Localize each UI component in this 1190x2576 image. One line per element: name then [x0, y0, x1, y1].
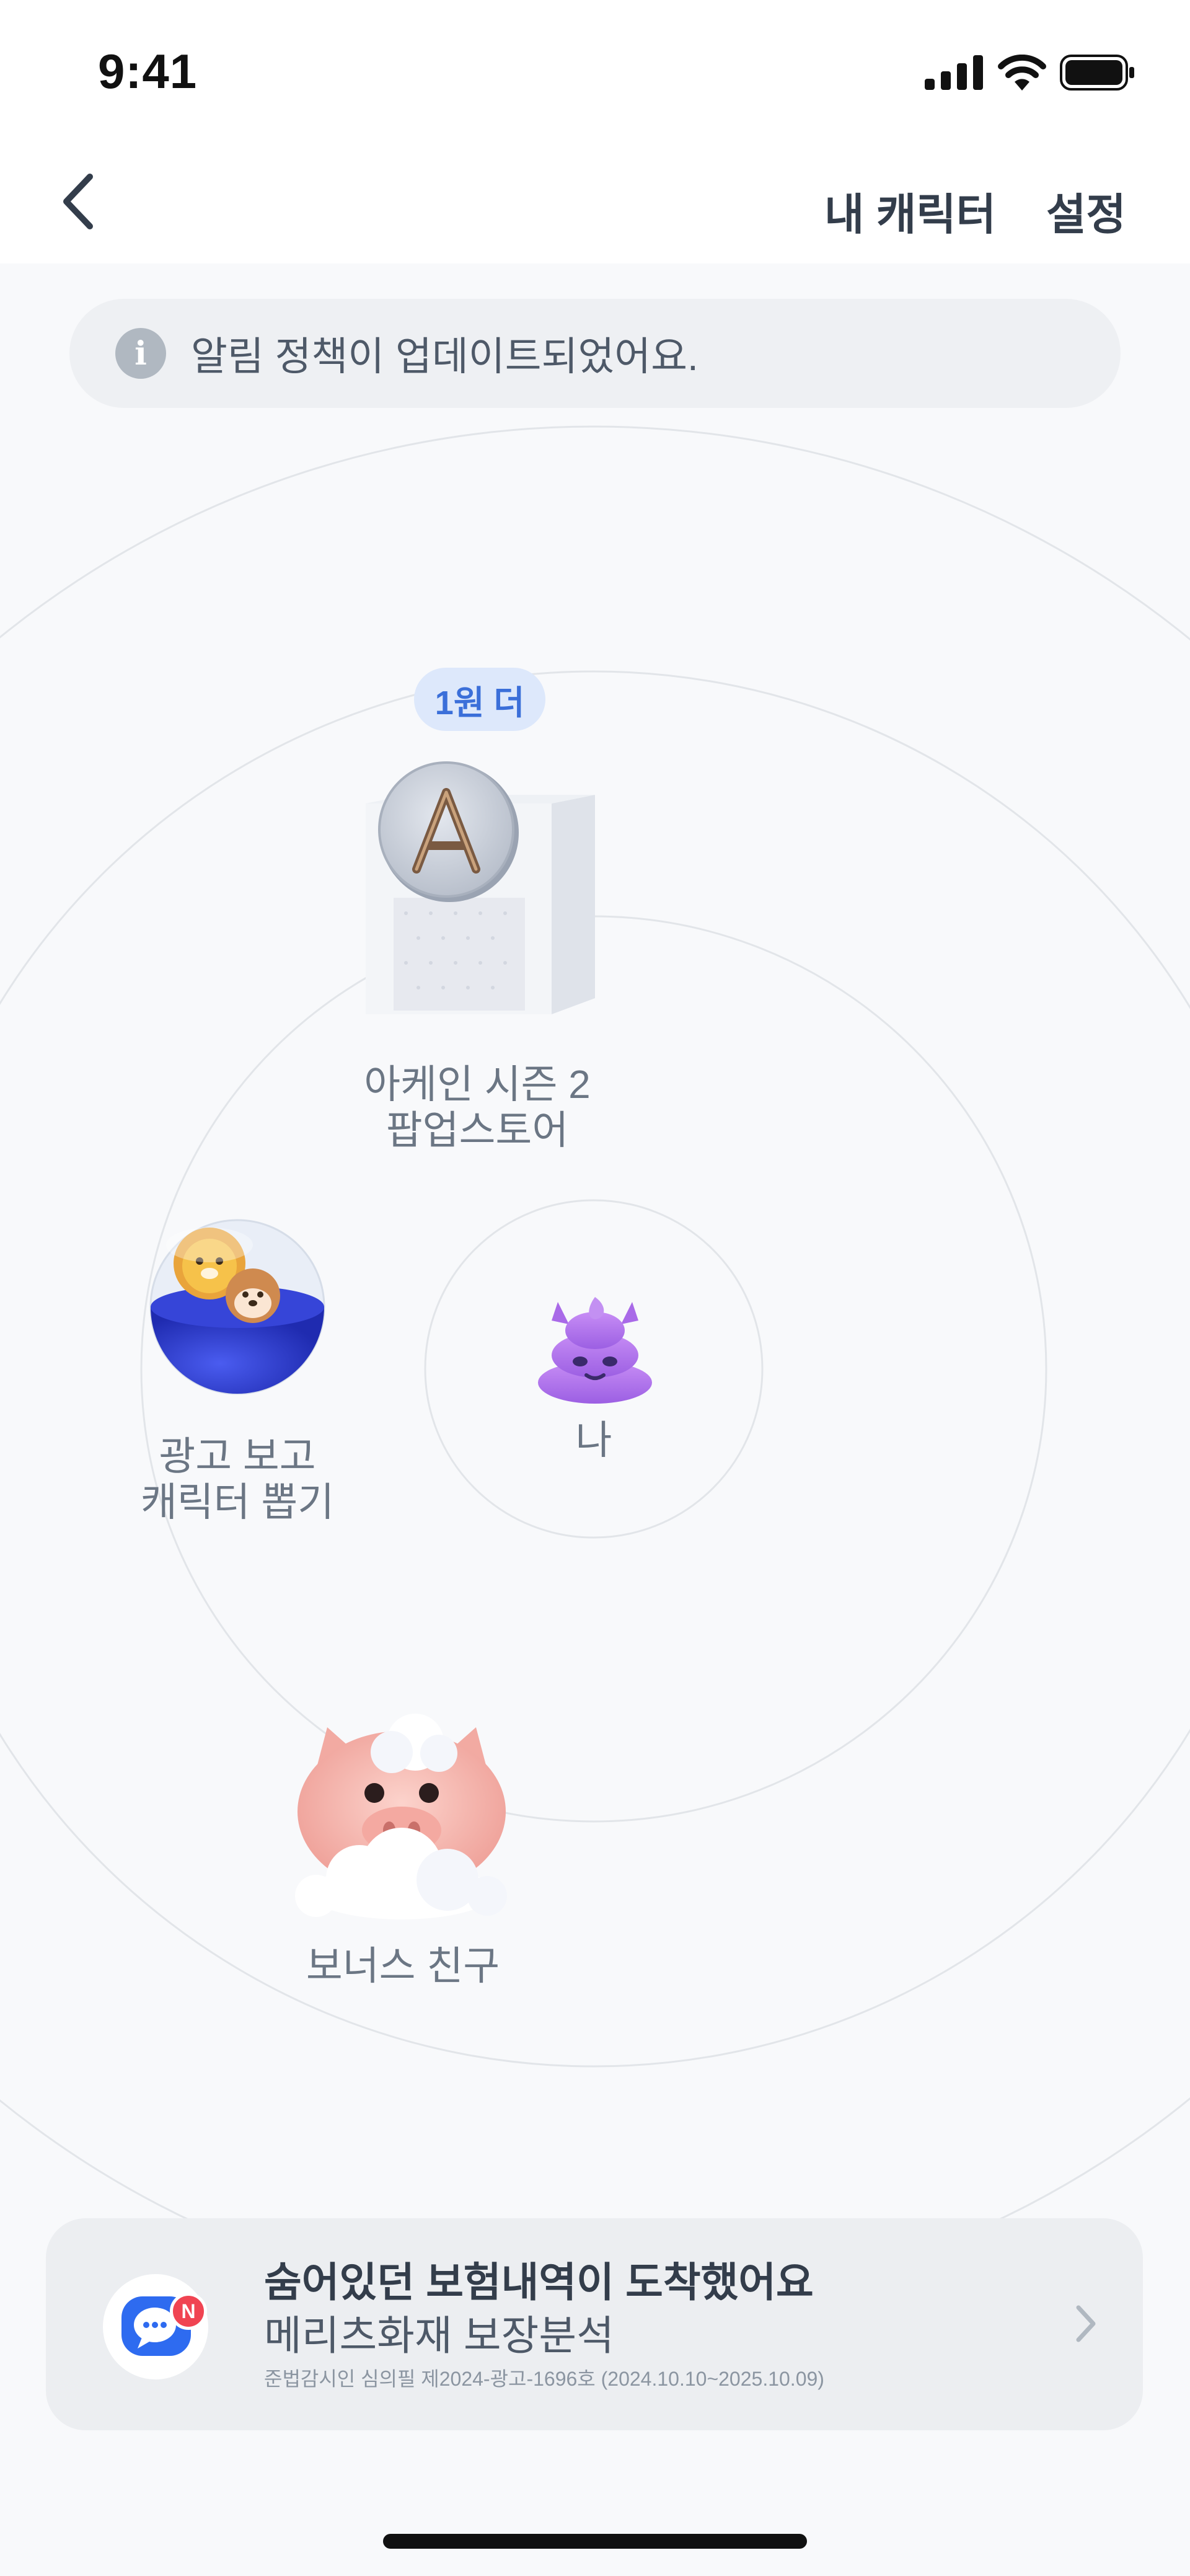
- me-label: 나: [575, 1418, 612, 1463]
- notice-banner[interactable]: i 알림 정책이 업데이트되었어요.: [69, 299, 1121, 408]
- gacha-label-line2: 캐릭터 뽑기: [140, 1480, 335, 1525]
- banner-title: 숨어있던 보험내역이 도착했어요: [264, 2259, 814, 2305]
- new-badge: N: [170, 2293, 207, 2330]
- gacha-capsule-image[interactable]: [148, 1197, 327, 1405]
- popup-store-box-image[interactable]: [347, 755, 607, 1022]
- popup-price-badge: 1원 더: [414, 668, 545, 731]
- info-icon: i: [115, 328, 166, 379]
- notice-text: 알림 정책이 업데이트되었어요.: [191, 334, 699, 379]
- gacha-label[interactable]: 광고 보고 캐릭터 뽑기: [79, 1433, 395, 1525]
- chat-app-icon: N: [103, 2274, 208, 2379]
- banner-subtitle: 메리츠화재 보장분석: [264, 2313, 614, 2358]
- gacha-label-line1: 광고 보고: [159, 1434, 316, 1479]
- chevron-right-icon: [1076, 2305, 1096, 2342]
- bonus-friend-label[interactable]: 보너스 친구: [248, 1943, 558, 1989]
- pig-cloud-character-image[interactable]: [291, 1706, 512, 1927]
- popup-store-label-line1: 아케인 시즌 2: [364, 1062, 591, 1107]
- popup-store-label-line2: 팝업스토어: [386, 1108, 569, 1153]
- banner-legal-notice: 준법감시인 심의필 제2024-광고-1696호 (2024.10.10~202…: [264, 2368, 824, 2390]
- poop-devil-character-icon[interactable]: [533, 1288, 657, 1406]
- home-indicator[interactable]: [383, 2534, 807, 2549]
- popup-store-label[interactable]: 아케인 시즌 2 팝업스토어: [322, 1061, 632, 1153]
- insurance-ad-banner[interactable]: N 숨어있던 보험내역이 도착했어요 메리츠화재 보장분석 준법감시인 심의필 …: [46, 2218, 1143, 2430]
